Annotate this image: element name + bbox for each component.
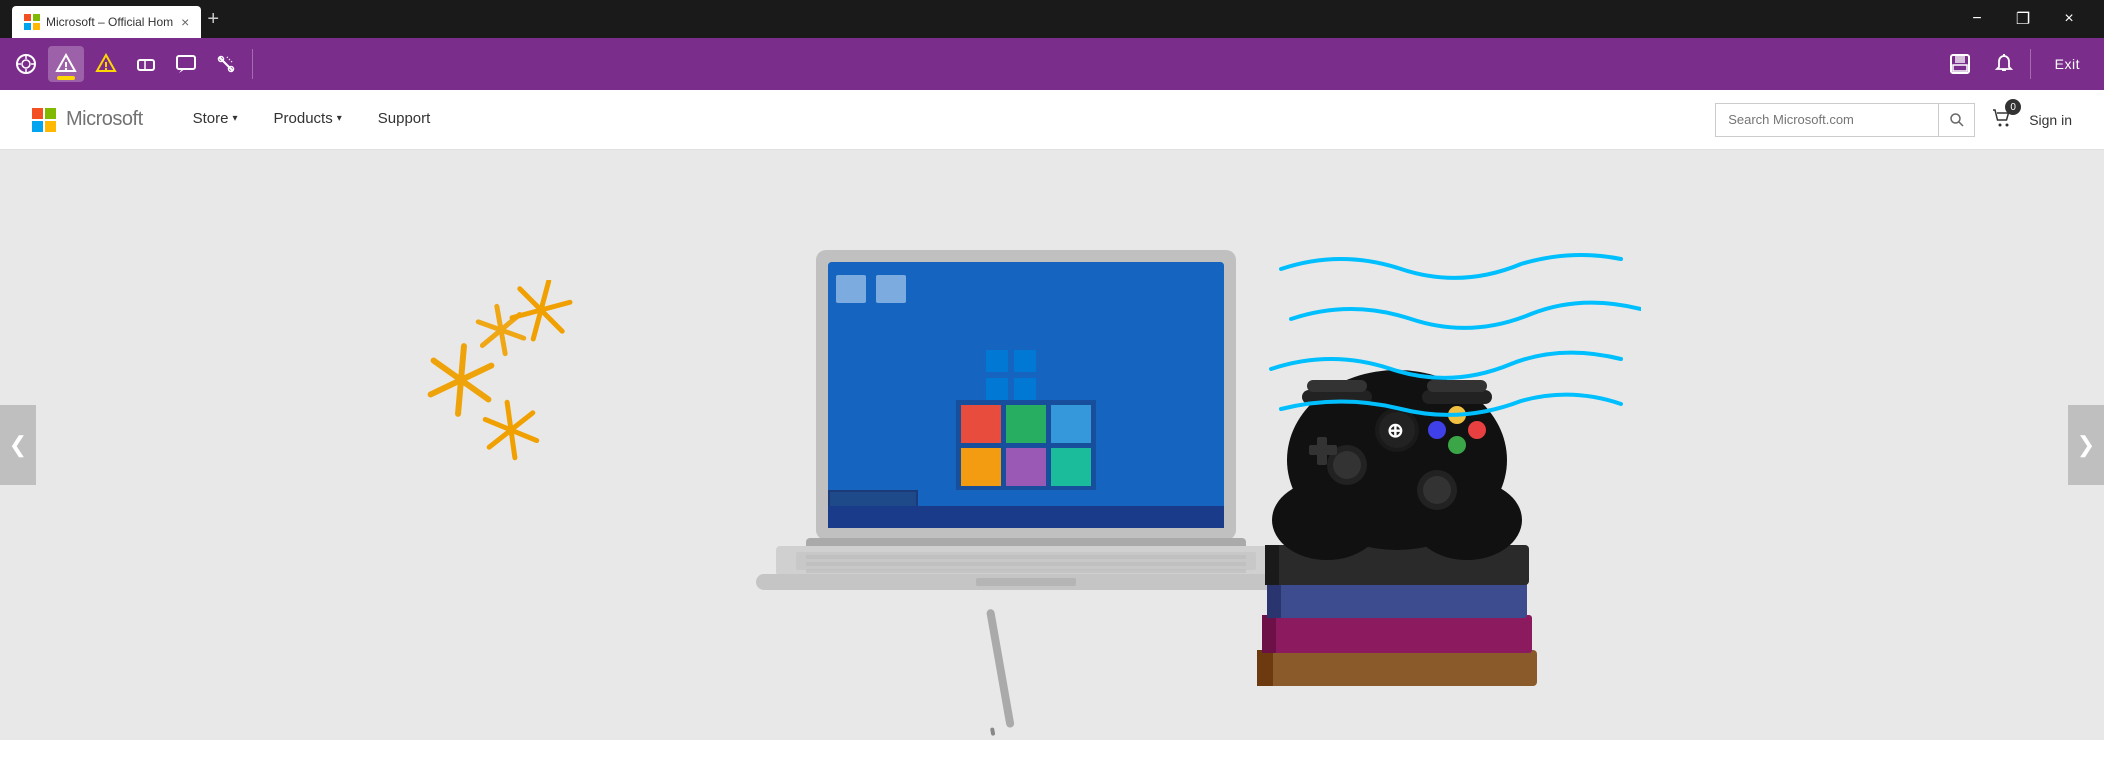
close-button[interactable]: × <box>2046 0 2092 38</box>
hero-right-arrow-icon: ❯ <box>2077 432 2095 458</box>
pen-filter-icon[interactable] <box>48 46 84 82</box>
cart-count: 0 <box>2005 99 2021 115</box>
cart-icon-wrap: 0 <box>1991 107 2013 132</box>
search-button[interactable] <box>1938 104 1974 136</box>
hero-left-arrow-icon: ❮ <box>9 432 27 458</box>
nav-support-label: Support <box>378 110 431 127</box>
ms-logo-grid <box>32 108 56 132</box>
browser-tab[interactable]: Microsoft – Official Hom × <box>12 6 201 38</box>
nav-products-label: Products <box>274 110 333 127</box>
toolbar-separator-right <box>2030 49 2031 79</box>
annotation-toolbar: Exit <box>0 38 2104 90</box>
search-input[interactable] <box>1716 104 1938 136</box>
overview-icon[interactable] <box>8 46 44 82</box>
tab-title: Microsoft – Official Hom <box>46 15 173 29</box>
logo-red <box>32 108 43 119</box>
products-chevron-down-icon: ▾ <box>337 113 342 124</box>
microsoft-logo[interactable]: Microsoft <box>32 108 143 132</box>
hero-content: ⊕ <box>0 150 2104 740</box>
blue-squiggles-annotation <box>1261 239 1641 439</box>
nav-right: 0 Sign in <box>1715 103 2072 137</box>
hero-section: ❮ <box>0 150 2104 740</box>
window-controls: − ❐ × <box>1954 0 2092 38</box>
exit-button[interactable]: Exit <box>2039 52 2096 76</box>
comment-icon[interactable] <box>168 46 204 82</box>
orange-stars-annotation <box>421 280 621 480</box>
highlighter-icon[interactable] <box>88 46 124 82</box>
save-icon[interactable] <box>1942 46 1978 82</box>
toolbar-separator <box>252 49 253 79</box>
logo-blue <box>32 121 43 132</box>
nav-support[interactable]: Support <box>360 90 449 150</box>
notifications-icon[interactable] <box>1986 46 2022 82</box>
nav-links: Store ▾ Products ▾ Support <box>175 90 449 150</box>
cart-button[interactable]: 0 <box>1991 107 2013 132</box>
search-icon <box>1949 112 1965 128</box>
minimize-button[interactable]: − <box>1954 0 2000 38</box>
search-box <box>1715 103 1975 137</box>
signin-button[interactable]: Sign in <box>2029 112 2072 128</box>
navbar: Microsoft Store ▾ Products ▾ Support <box>0 90 2104 150</box>
maximize-button[interactable]: ❐ <box>2000 0 2046 38</box>
tab-close-button[interactable]: × <box>181 14 189 30</box>
logo-yellow <box>45 121 56 132</box>
hero-next-button[interactable]: ❯ <box>2068 405 2104 485</box>
eraser-icon[interactable] <box>128 46 164 82</box>
laptop-illustration <box>736 220 1316 740</box>
hero-prev-button[interactable]: ❮ <box>0 405 36 485</box>
titlebar: Microsoft – Official Hom × + − ❐ × <box>0 0 2104 38</box>
nav-products[interactable]: Products ▾ <box>256 90 360 150</box>
logo-green <box>45 108 56 119</box>
nav-store[interactable]: Store ▾ <box>175 90 256 150</box>
ms-logo-text: Microsoft <box>66 108 143 131</box>
magic-settings-icon[interactable] <box>208 46 244 82</box>
store-chevron-down-icon: ▾ <box>232 113 237 124</box>
new-tab-button[interactable]: + <box>207 9 219 29</box>
nav-store-label: Store <box>193 110 229 127</box>
ms-favicon-icon <box>24 14 40 30</box>
